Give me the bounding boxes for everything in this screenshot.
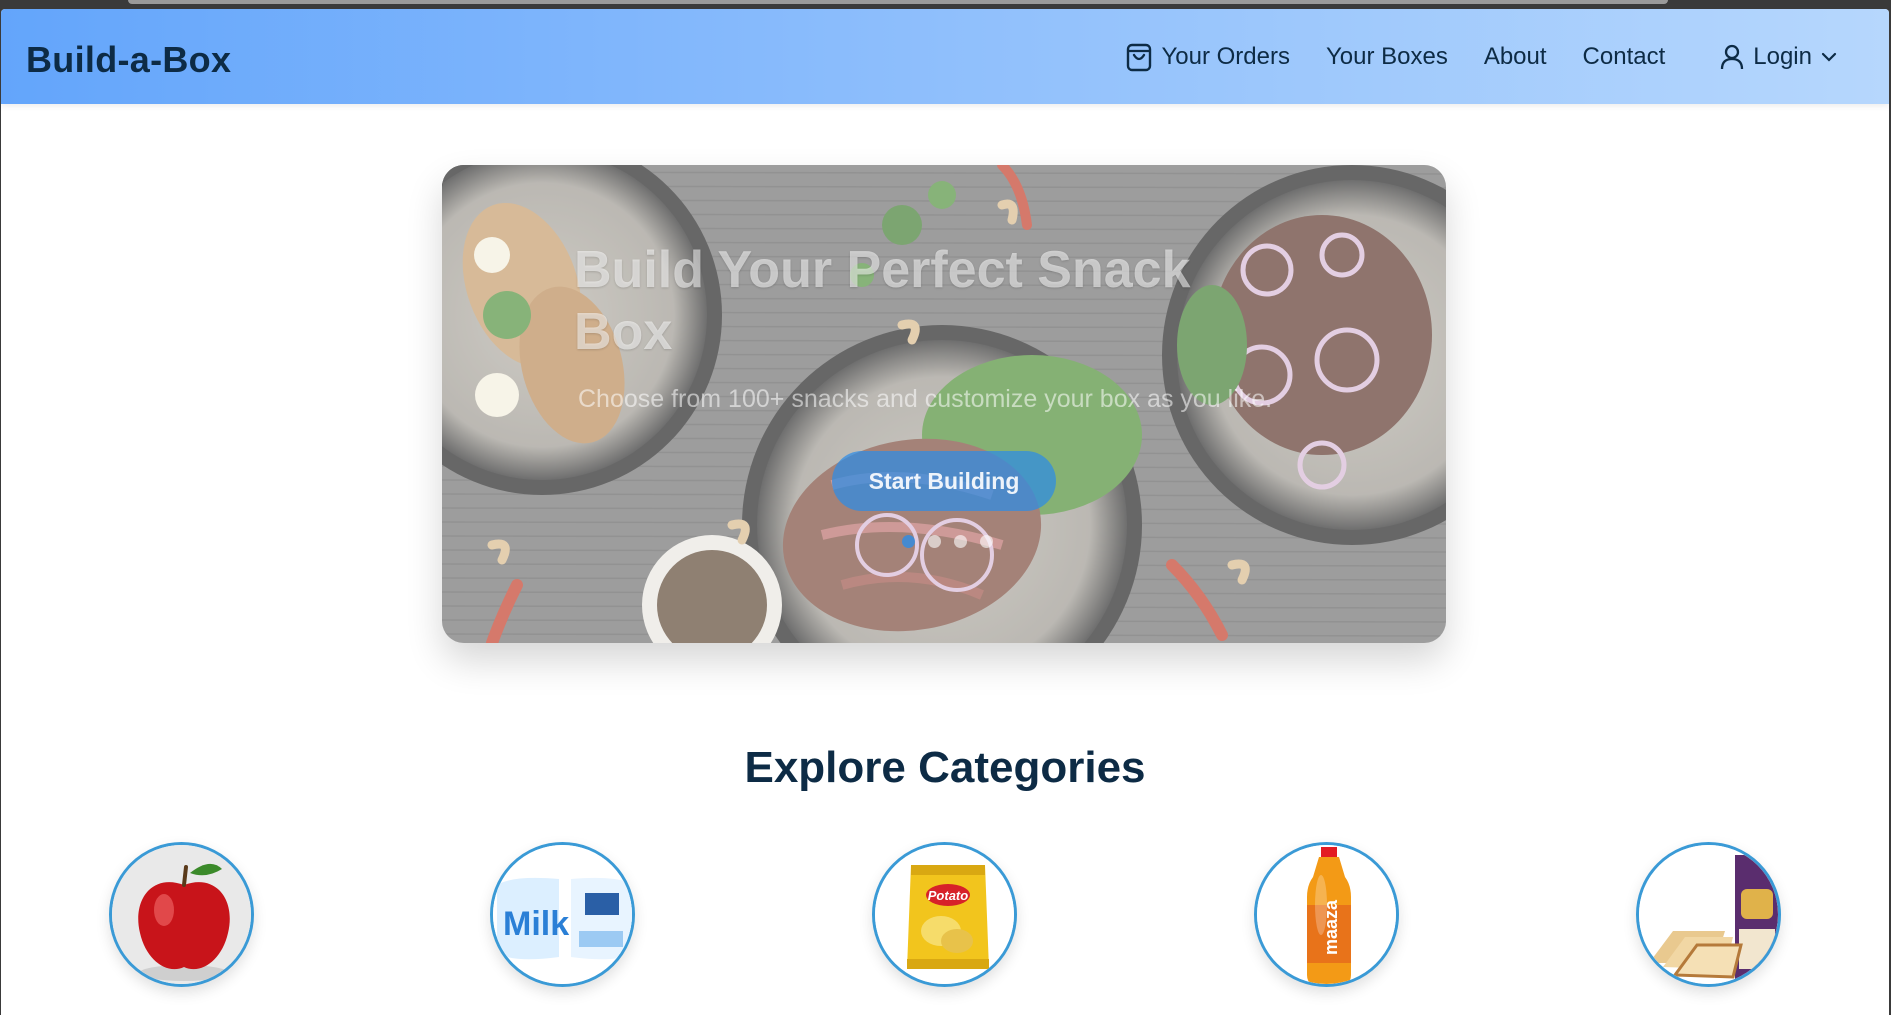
shopping-bag-icon — [1125, 42, 1153, 72]
hero-subtitle: Choose from 100+ snacks and customize yo… — [578, 385, 1273, 413]
carousel-dot-4[interactable] — [980, 535, 993, 548]
start-building-button[interactable]: Start Building — [832, 451, 1056, 511]
login-dropdown[interactable]: Login — [1719, 43, 1838, 71]
nav-links: Your Orders Your Boxes About Contact Log… — [1125, 9, 1889, 104]
chevron-down-icon — [1820, 51, 1838, 63]
nav-contact[interactable]: Contact — [1583, 43, 1666, 71]
bread-and-atta-icon — [1639, 845, 1778, 984]
categories-heading: Explore Categories — [744, 743, 1146, 792]
category-bakery[interactable] — [1636, 842, 1781, 987]
tab-strip — [128, 0, 1668, 4]
hero-carousel[interactable]: Build Your Perfect Snack Box Choose from… — [442, 165, 1446, 643]
category-snacks[interactable]: Potato — [872, 842, 1017, 987]
chips-pack-text: Potato — [928, 888, 969, 903]
nav-your-orders-label: Your Orders — [1161, 42, 1290, 70]
potato-chips-icon: Potato — [875, 845, 1014, 984]
carousel-dot-3[interactable] — [954, 535, 967, 548]
page-viewport: Build-a-Box Your Orders Your Boxes About — [1, 9, 1889, 1015]
category-fruits[interactable] — [109, 842, 254, 987]
milk-packet-icon: Milk — [493, 845, 632, 984]
navbar: Build-a-Box Your Orders Your Boxes About — [1, 9, 1889, 104]
nav-about-label: About — [1483, 42, 1547, 70]
nav-contact-label: Contact — [1582, 42, 1666, 70]
nav-your-orders[interactable]: Your Orders — [1125, 42, 1290, 72]
category-dairy[interactable]: Milk — [490, 842, 635, 987]
carousel-dot-1[interactable] — [902, 535, 915, 548]
maaza-bottle-icon: maaza — [1257, 845, 1396, 984]
nav-your-boxes[interactable]: Your Boxes — [1326, 43, 1448, 71]
browser-frame — [0, 0, 1891, 9]
user-icon — [1719, 43, 1745, 71]
apple-icon — [112, 845, 251, 984]
brand-logo[interactable]: Build-a-Box — [26, 39, 231, 81]
login-label: Login — [1753, 42, 1812, 70]
milk-pack-text: Milk — [503, 905, 569, 943]
carousel-dot-2[interactable] — [928, 535, 941, 548]
nav-your-boxes-label: Your Boxes — [1325, 42, 1448, 70]
nav-about[interactable]: About — [1484, 43, 1547, 71]
hero-title: Build Your Perfect Snack Box — [574, 241, 1191, 361]
carousel-indicators — [902, 535, 993, 548]
category-beverages[interactable]: maaza — [1254, 842, 1399, 987]
